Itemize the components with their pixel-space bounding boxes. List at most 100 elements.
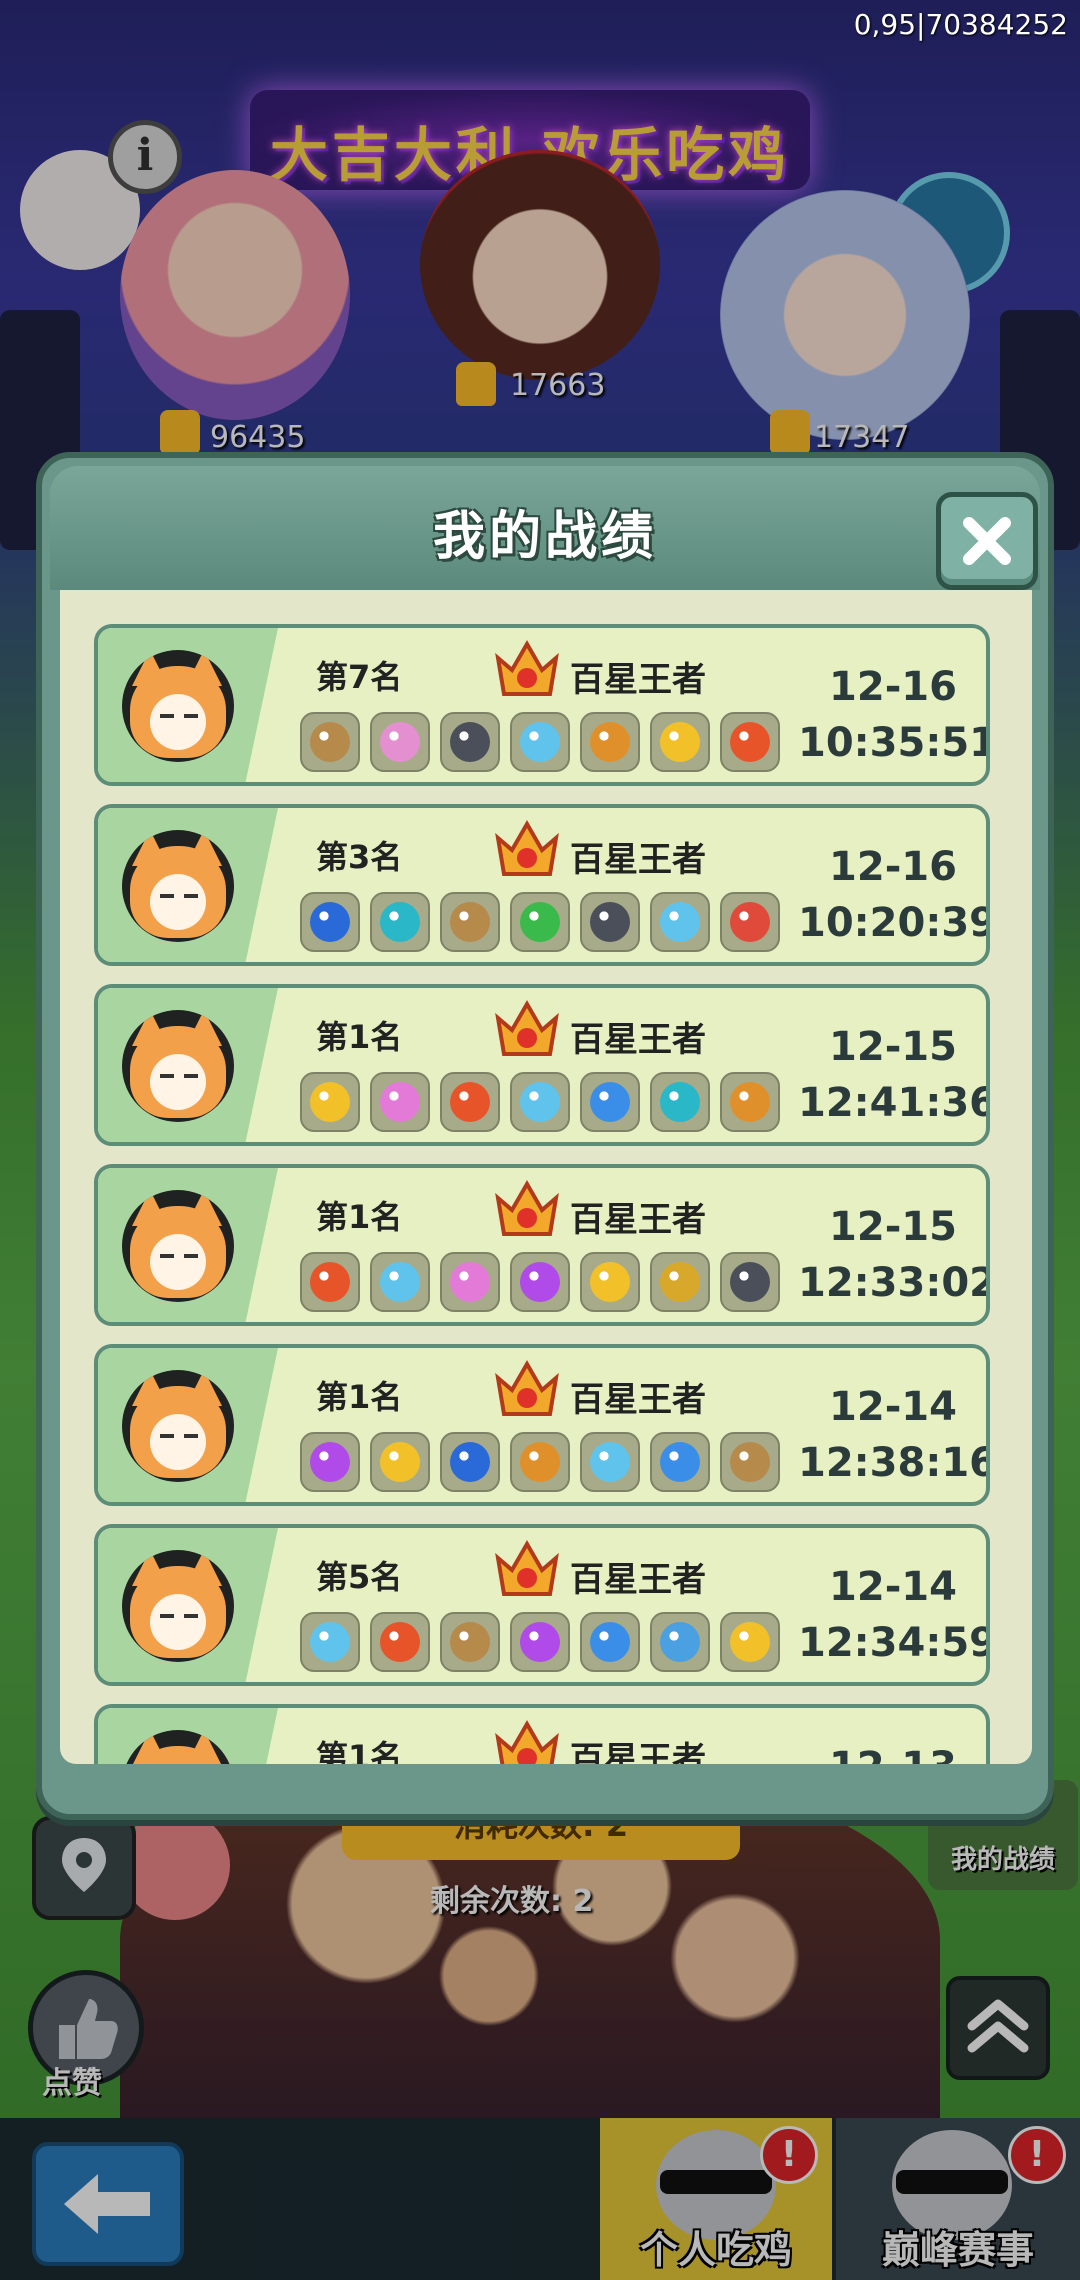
item-slot[interactable]: [580, 1252, 640, 1312]
player-avatar-icon: [122, 1010, 234, 1122]
item-slot[interactable]: [720, 1072, 780, 1132]
close-button[interactable]: [936, 492, 1038, 590]
item-slot[interactable]: [510, 1432, 570, 1492]
item-slot[interactable]: [370, 1612, 430, 1672]
fire-beast-icon: [310, 1262, 350, 1302]
item-slot[interactable]: [440, 1252, 500, 1312]
eye-left: [160, 1614, 174, 1618]
record-card[interactable]: 第3名 百星王者 12-16 10:20:39: [94, 804, 990, 966]
item-slot[interactable]: [650, 712, 710, 772]
eye-right: [184, 1074, 198, 1078]
item-slot[interactable]: [720, 712, 780, 772]
gun-icon: [310, 722, 350, 762]
item-slot[interactable]: [370, 1072, 430, 1132]
wing-icon: [310, 1442, 350, 1482]
item-slot[interactable]: [720, 1252, 780, 1312]
hammer-icon: [730, 1082, 770, 1122]
eye-right: [184, 1254, 198, 1258]
records-list[interactable]: 第7名 百星王者 12-16 10:35:51 第3名 百星王者 12-16 10:20:39…: [60, 590, 1032, 1764]
bomb-icon: [730, 1262, 770, 1302]
item-slot[interactable]: [650, 1612, 710, 1672]
record-rank: 第5名: [316, 1558, 403, 1596]
item-slot[interactable]: [650, 1252, 710, 1312]
item-slot[interactable]: [440, 892, 500, 952]
eye-right: [184, 1614, 198, 1618]
record-rank: 第3名: [316, 838, 403, 876]
record-rank: 第1名: [316, 1198, 403, 1236]
item-slot[interactable]: [580, 1432, 640, 1492]
record-date: 12-16: [829, 844, 957, 890]
avatar-face: [150, 1594, 206, 1650]
avatar-face: [150, 1234, 206, 1290]
item-slot[interactable]: [370, 1432, 430, 1492]
item-slot[interactable]: [440, 1432, 500, 1492]
fire-beast-icon: [450, 1082, 490, 1122]
record-card[interactable]: 第1名 百星王者 12-14 12:38:16: [94, 1344, 990, 1506]
item-slot[interactable]: [720, 1612, 780, 1672]
item-slot[interactable]: [650, 1072, 710, 1132]
item-slot[interactable]: [510, 1612, 570, 1672]
bomb-icon: [590, 902, 630, 942]
item-slot[interactable]: [440, 712, 500, 772]
record-date: 12-15: [829, 1204, 957, 1250]
hammer-icon: [590, 722, 630, 762]
ring-icon: [310, 1082, 350, 1122]
item-slot[interactable]: [510, 892, 570, 952]
record-card[interactable]: 第7名 百星王者 12-16 10:35:51: [94, 624, 990, 786]
item-slot[interactable]: [300, 1072, 360, 1132]
avatar-face: [150, 1054, 206, 1110]
item-slot[interactable]: [510, 1072, 570, 1132]
record-tier: 百星王者: [570, 1200, 706, 1240]
record-rank: 第1名: [316, 1018, 403, 1056]
green-vortex-icon: [520, 902, 560, 942]
ribbon-icon: [380, 722, 420, 762]
item-slot[interactable]: [300, 1252, 360, 1312]
item-slot[interactable]: [580, 1072, 640, 1132]
ice-sword-icon: [590, 1442, 630, 1482]
gun-icon: [450, 902, 490, 942]
records-list-container[interactable]: 第7名 百星王者 12-16 10:35:51 第3名 百星王者 12-16 10:20:39…: [60, 590, 1032, 1764]
ring-icon: [590, 1262, 630, 1302]
item-slot[interactable]: [300, 1432, 360, 1492]
item-slot[interactable]: [580, 712, 640, 772]
bomb-icon: [450, 722, 490, 762]
ice-sword-icon: [520, 722, 560, 762]
status-overlay-text: 0,95|70384252: [853, 8, 1068, 41]
gun-icon: [730, 1442, 770, 1482]
item-slot[interactable]: [650, 892, 710, 952]
item-slot[interactable]: [440, 1612, 500, 1672]
record-card[interactable]: 第1名 百星王者 12-15 12:41:36: [94, 984, 990, 1146]
item-slot[interactable]: [580, 1612, 640, 1672]
item-slot[interactable]: [300, 1612, 360, 1672]
item-slot[interactable]: [720, 892, 780, 952]
blue-orb-icon: [310, 902, 350, 942]
dialog-title: 我的战绩: [432, 507, 657, 567]
ring-icon: [660, 722, 700, 762]
item-slot[interactable]: [580, 892, 640, 952]
player-avatar-icon: [122, 1370, 234, 1482]
water-icon: [590, 1082, 630, 1122]
item-slot[interactable]: [300, 892, 360, 952]
ring-icon: [380, 1442, 420, 1482]
item-slot[interactable]: [370, 892, 430, 952]
record-date: 12-15: [829, 1024, 957, 1070]
item-slot[interactable]: [650, 1432, 710, 1492]
item-slot[interactable]: [440, 1072, 500, 1132]
record-tier: 百星王者: [570, 660, 706, 700]
item-slot[interactable]: [510, 712, 570, 772]
dragon-icon: [660, 1622, 700, 1662]
item-slot[interactable]: [720, 1432, 780, 1492]
record-card[interactable]: 第1名 百星王者 12-13: [94, 1704, 990, 1764]
item-slot[interactable]: [300, 712, 360, 772]
ice-sword-icon: [380, 1262, 420, 1302]
king-tier-crown-icon: [495, 1359, 559, 1416]
player-avatar-icon: [122, 650, 234, 762]
item-slot[interactable]: [370, 712, 430, 772]
item-slot[interactable]: [370, 1252, 430, 1312]
item-slot[interactable]: [510, 1252, 570, 1312]
avatar-face: [150, 694, 206, 750]
demon-icon: [730, 902, 770, 942]
record-card[interactable]: 第5名 百星王者 12-14 12:34:59: [94, 1524, 990, 1686]
record-time: 10:20:39: [798, 900, 990, 946]
record-card[interactable]: 第1名 百星王者 12-15 12:33:02: [94, 1164, 990, 1326]
